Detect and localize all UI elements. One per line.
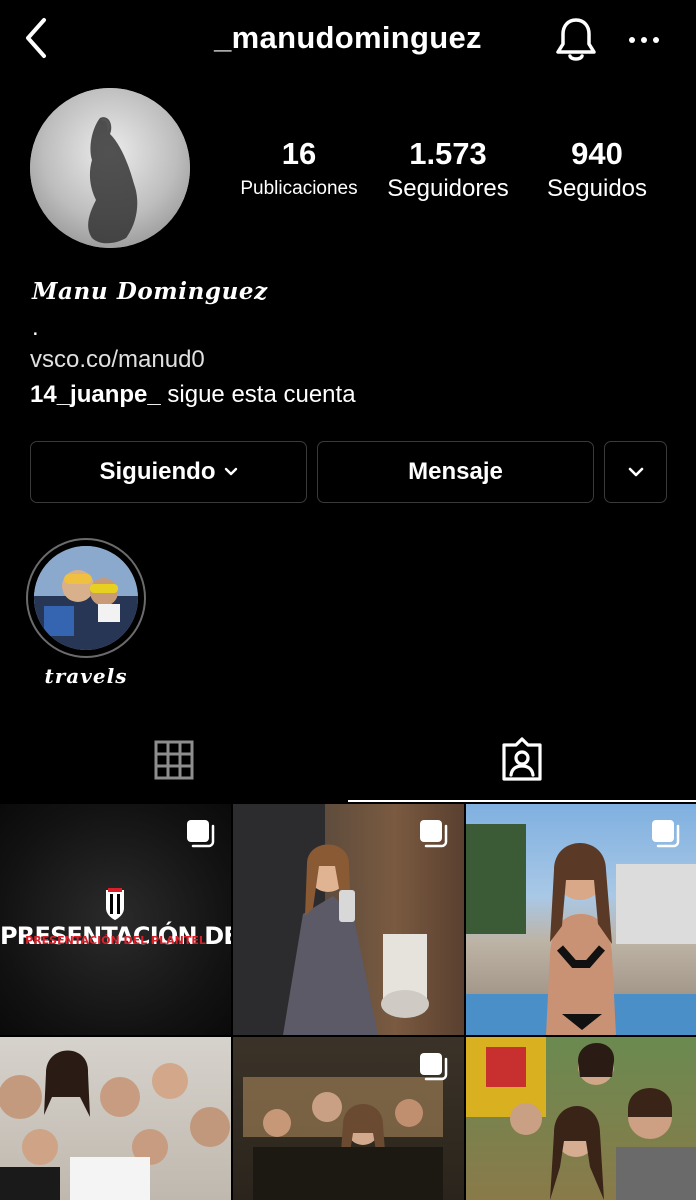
following-button-label: Siguiendo — [99, 458, 216, 485]
post-thumbnail[interactable] — [466, 1037, 696, 1200]
message-button-label: Mensaje — [408, 458, 503, 485]
avatar-photo — [30, 88, 190, 248]
post-thumbnail[interactable]: PRESENTACIÓN DEL PLANTEL PRESENTACIÓN DE… — [0, 804, 231, 1035]
multiple-posts-icon — [187, 820, 215, 848]
message-button[interactable]: Mensaje — [317, 441, 594, 503]
multiple-posts-icon — [420, 820, 448, 848]
highlight-cover[interactable] — [34, 546, 138, 650]
posts-count-label: Publicaciones — [240, 178, 358, 199]
tab-posts-grid[interactable] — [0, 718, 348, 802]
post-thumbnail[interactable] — [233, 1037, 464, 1200]
grid-icon — [154, 740, 194, 780]
profile-avatar[interactable] — [30, 88, 190, 248]
website-link[interactable]: vsco.co/manud0 — [30, 346, 205, 374]
posts-count-value: 16 — [281, 136, 317, 171]
club-crest-icon — [106, 888, 124, 920]
followed-by-username[interactable]: 14_juanpe_ — [30, 381, 161, 408]
more-options-button[interactable] — [626, 22, 662, 58]
following-count-value: 940 — [571, 136, 623, 171]
more-horizontal-icon — [629, 37, 659, 43]
chevron-down-icon — [224, 467, 237, 476]
post-thumbnail[interactable] — [0, 1037, 231, 1200]
followers-count-label: Seguidores — [387, 175, 509, 202]
notifications-button[interactable] — [552, 14, 600, 64]
highlight-photo — [34, 546, 138, 650]
multiple-posts-icon — [420, 1053, 448, 1081]
suggested-accounts-button[interactable] — [604, 441, 667, 503]
post-caption-overlay: PRESENTACIÓN DEL PLANTEL — [25, 934, 206, 947]
following-count-label: Seguidos — [546, 175, 648, 202]
followed-by-text[interactable]: 14_juanpe_ sigue esta cuenta — [30, 381, 356, 409]
display-name: 𝑴𝒂𝒏𝒖 𝑫𝒐𝒎𝒊𝒏𝒈𝒖𝒆𝒛 — [32, 278, 268, 305]
followers-count-value: 1.573 — [409, 136, 487, 171]
post-photo — [0, 1050, 230, 1200]
followed-by-suffix: sigue esta cuenta — [160, 381, 356, 408]
bio-text: . — [32, 314, 39, 341]
post-thumbnail[interactable] — [233, 804, 464, 1035]
bell-icon — [556, 18, 596, 61]
posts-count: 16 Publicaciones — [226, 136, 372, 216]
tagged-person-icon — [502, 737, 542, 781]
multiple-posts-icon — [652, 820, 680, 848]
top-bar: _manudominguez — [0, 0, 696, 80]
post-photo — [466, 1037, 696, 1200]
following-button[interactable]: Siguiendo — [30, 441, 307, 503]
profile-tabs — [0, 718, 696, 802]
tab-tagged[interactable] — [348, 718, 696, 802]
followers-count[interactable]: 1.573 Seguidores — [378, 136, 518, 216]
post-thumbnail[interactable] — [466, 804, 696, 1035]
highlight-label: 𝒕𝒓𝒂𝒗𝒆𝒍𝒔 — [44, 664, 128, 688]
chevron-down-icon — [628, 467, 643, 477]
following-count[interactable]: 940 Seguidos — [532, 136, 662, 216]
